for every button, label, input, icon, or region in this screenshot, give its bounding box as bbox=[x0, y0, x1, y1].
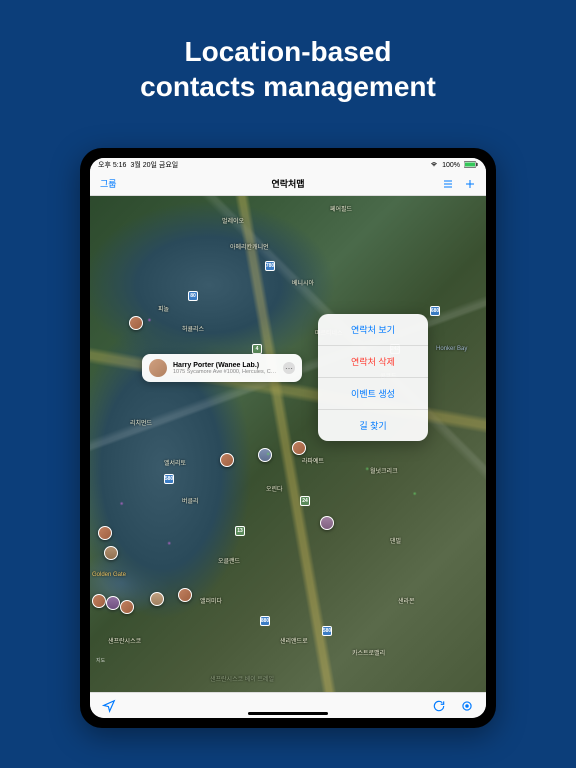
menu-create-event[interactable]: 이벤트 생성 bbox=[318, 378, 428, 410]
promo-headline: Location-based contacts management bbox=[0, 0, 576, 104]
ipad-frame: 오후 5:16 3월 20일 금요일 100% 그룹 연락처맵 bbox=[80, 148, 496, 728]
label-richmond: 리치먼드 bbox=[130, 418, 152, 427]
contact-pin[interactable] bbox=[320, 516, 334, 530]
contact-pin[interactable] bbox=[120, 600, 134, 614]
label-pinole: 피놀 bbox=[158, 304, 169, 313]
contact-pin[interactable] bbox=[220, 453, 234, 467]
contact-pin[interactable] bbox=[292, 441, 306, 455]
headline-line1: Location-based bbox=[0, 34, 576, 69]
context-menu: 연락처 보기 연락처 삭제 이벤트 생성 길 찾기 bbox=[318, 314, 428, 441]
list-icon[interactable] bbox=[442, 178, 454, 190]
contact-pin[interactable] bbox=[178, 588, 192, 602]
map-attribution: 지도 bbox=[96, 657, 105, 664]
map-view[interactable]: 페어필드 벌레이오 아메리칸캐니언 베니시아 피놀 허큘리스 마르티네스 콩코드… bbox=[90, 196, 486, 692]
label-sanramon: 샌라몬 bbox=[398, 596, 415, 605]
nav-back-button[interactable]: 그룹 bbox=[100, 177, 117, 190]
shield-i80: 80 bbox=[188, 291, 198, 301]
label-concord: 콩코드 bbox=[380, 371, 397, 380]
contact-pin[interactable] bbox=[150, 592, 164, 606]
shield-sr242: 242 bbox=[390, 344, 400, 354]
contact-name: Harry Porter (Wanee Lab.) bbox=[173, 362, 277, 369]
nav-title: 연락처맵 bbox=[271, 177, 304, 190]
label-fairfield: 페어필드 bbox=[330, 204, 352, 213]
status-date: 3월 20일 금요일 bbox=[130, 160, 178, 170]
label-vallejo: 벌레이오 bbox=[222, 216, 244, 225]
label-goldengate: Golden Gate bbox=[92, 572, 126, 578]
battery-percent: 100% bbox=[442, 162, 460, 169]
shield-i680: 680 bbox=[430, 306, 440, 316]
contact-pin[interactable] bbox=[106, 596, 120, 610]
label-berkeley: 버클리 bbox=[182, 496, 199, 505]
shield-i880: 880 bbox=[260, 616, 270, 626]
label-benicia: 베니시아 bbox=[292, 278, 314, 287]
wifi-icon bbox=[430, 160, 438, 170]
screen: 오후 5:16 3월 20일 금요일 100% 그룹 연락처맵 bbox=[90, 158, 486, 718]
label-sf: 샌프란시스코 bbox=[108, 636, 141, 645]
refresh-icon[interactable] bbox=[432, 699, 446, 713]
label-sfbaytrail: 샌프란시스코 베이 트레일 bbox=[210, 674, 274, 683]
label-danville: 댄빌 bbox=[390, 536, 401, 545]
contact-address: 1075 Sycamore Ave #1000, Hercules, CA 94… bbox=[173, 369, 277, 375]
contact-pin[interactable] bbox=[104, 546, 118, 560]
menu-view-contact[interactable]: 연락처 보기 bbox=[318, 314, 428, 346]
battery-icon bbox=[464, 161, 478, 170]
label-americancanyon: 아메리칸캐니언 bbox=[230, 242, 269, 251]
contact-pin[interactable] bbox=[92, 594, 106, 608]
menu-directions[interactable]: 길 찾기 bbox=[318, 410, 428, 441]
label-sanleandro: 샌리앤드로 bbox=[280, 636, 308, 645]
nav-bar: 그룹 연락처맵 bbox=[90, 172, 486, 196]
shield-sr4: 4 bbox=[252, 344, 262, 354]
label-walnutcreek: 월넛크리크 bbox=[370, 466, 398, 475]
avatar bbox=[149, 359, 167, 377]
shield-sr24: 24 bbox=[300, 496, 310, 506]
contact-card[interactable]: Harry Porter (Wanee Lab.) 1075 Sycamore … bbox=[142, 354, 302, 382]
contact-pin[interactable] bbox=[129, 316, 143, 330]
status-time: 오후 5:16 bbox=[98, 160, 126, 170]
menu-delete-contact[interactable]: 연락처 삭제 bbox=[318, 346, 428, 378]
headline-line2: contacts management bbox=[0, 69, 576, 104]
contact-pin[interactable] bbox=[258, 448, 272, 462]
home-indicator bbox=[248, 712, 328, 715]
label-martinez: 마르티네스 bbox=[315, 328, 343, 337]
label-castrovalley: 카스트로밸리 bbox=[352, 648, 385, 657]
settings-icon[interactable] bbox=[460, 699, 474, 713]
shield-sr13: 13 bbox=[235, 526, 245, 536]
status-bar: 오후 5:16 3월 20일 금요일 100% bbox=[90, 158, 486, 172]
location-arrow-icon[interactable] bbox=[102, 699, 116, 713]
label-hercules: 허큘리스 bbox=[182, 324, 204, 333]
shield-i580: 580 bbox=[164, 474, 174, 484]
shield-i780: 780 bbox=[265, 261, 275, 271]
label-orinda: 오린다 bbox=[266, 484, 283, 493]
more-icon[interactable]: ⋯ bbox=[283, 362, 295, 374]
label-oakland: 오클랜드 bbox=[218, 556, 240, 565]
label-alameda: 앨러미다 bbox=[200, 596, 222, 605]
label-lafayette: 라파예트 bbox=[302, 456, 324, 465]
contact-pin[interactable] bbox=[98, 526, 112, 540]
label-honkerbay: Honker Bay bbox=[436, 346, 467, 352]
label-elcerrito: 엘서리토 bbox=[164, 458, 186, 467]
plus-icon[interactable] bbox=[464, 178, 476, 190]
shield-i580b: 580 bbox=[322, 626, 332, 636]
